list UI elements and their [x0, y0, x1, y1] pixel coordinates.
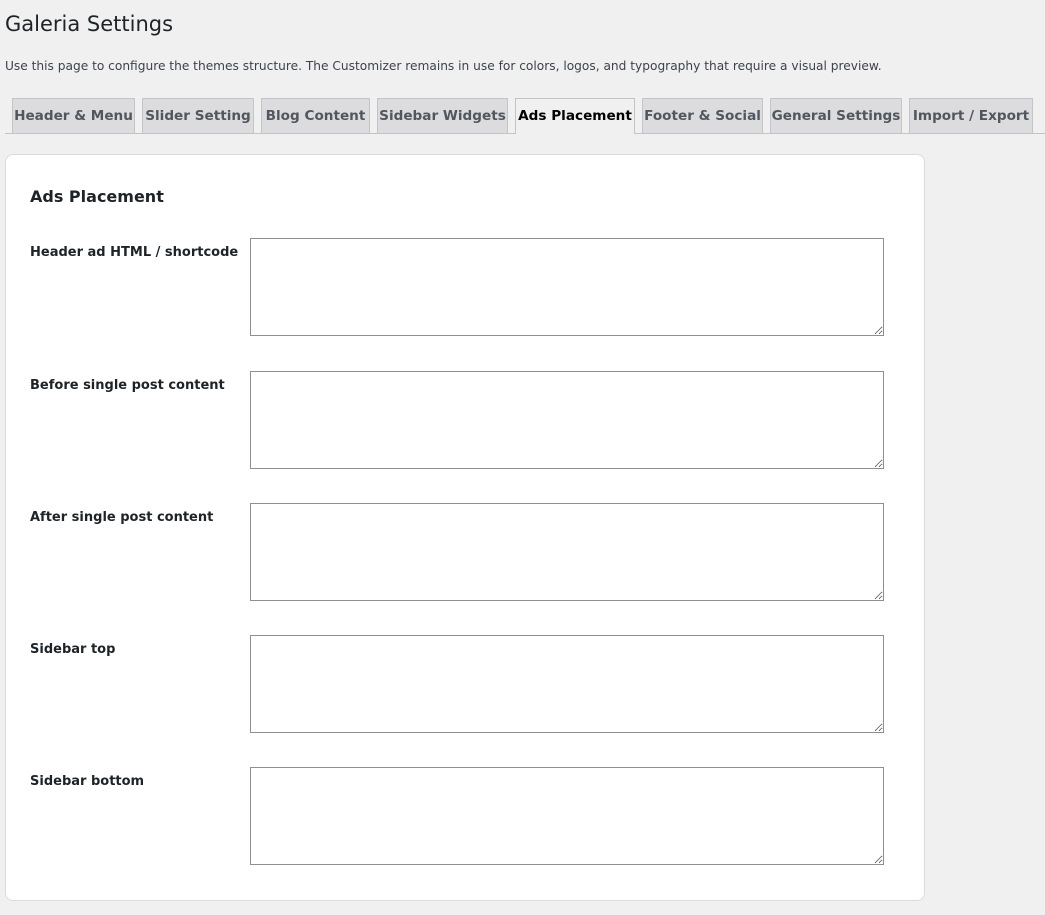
sidebar-bottom-textarea[interactable] [250, 767, 884, 865]
tab-slider-setting[interactable]: Slider Setting [142, 98, 254, 133]
tab-sidebar-widgets[interactable]: Sidebar Widgets [377, 98, 508, 133]
page-description: Use this page to configure the themes st… [5, 59, 882, 73]
sidebar-top-label: Sidebar top [30, 642, 116, 657]
tab-header-menu[interactable]: Header & Menu [12, 98, 135, 133]
header-ad-label: Header ad HTML / shortcode [30, 245, 239, 260]
after-post-label: After single post content [30, 510, 214, 525]
page-title: Galeria Settings [5, 12, 174, 36]
after-post-textarea[interactable] [250, 503, 884, 601]
tab-ads-placement[interactable]: Ads Placement [515, 98, 635, 134]
tab-import-export[interactable]: Import / Export [909, 98, 1033, 133]
tab-blog-content[interactable]: Blog Content [261, 98, 370, 133]
tab-footer-social[interactable]: Footer & Social [642, 98, 763, 133]
settings-panel: Ads Placement Header ad HTML / shortcode… [5, 154, 925, 901]
section-title: Ads Placement [30, 187, 164, 206]
sidebar-bottom-label: Sidebar bottom [30, 774, 145, 789]
before-post-textarea[interactable] [250, 371, 884, 469]
settings-page: Galeria Settings Use this page to config… [0, 0, 1045, 915]
tab-general-settings[interactable]: General Settings [770, 98, 902, 133]
before-post-label: Before single post content [30, 378, 225, 393]
sidebar-top-textarea[interactable] [250, 635, 884, 733]
header-ad-textarea[interactable] [250, 238, 884, 336]
